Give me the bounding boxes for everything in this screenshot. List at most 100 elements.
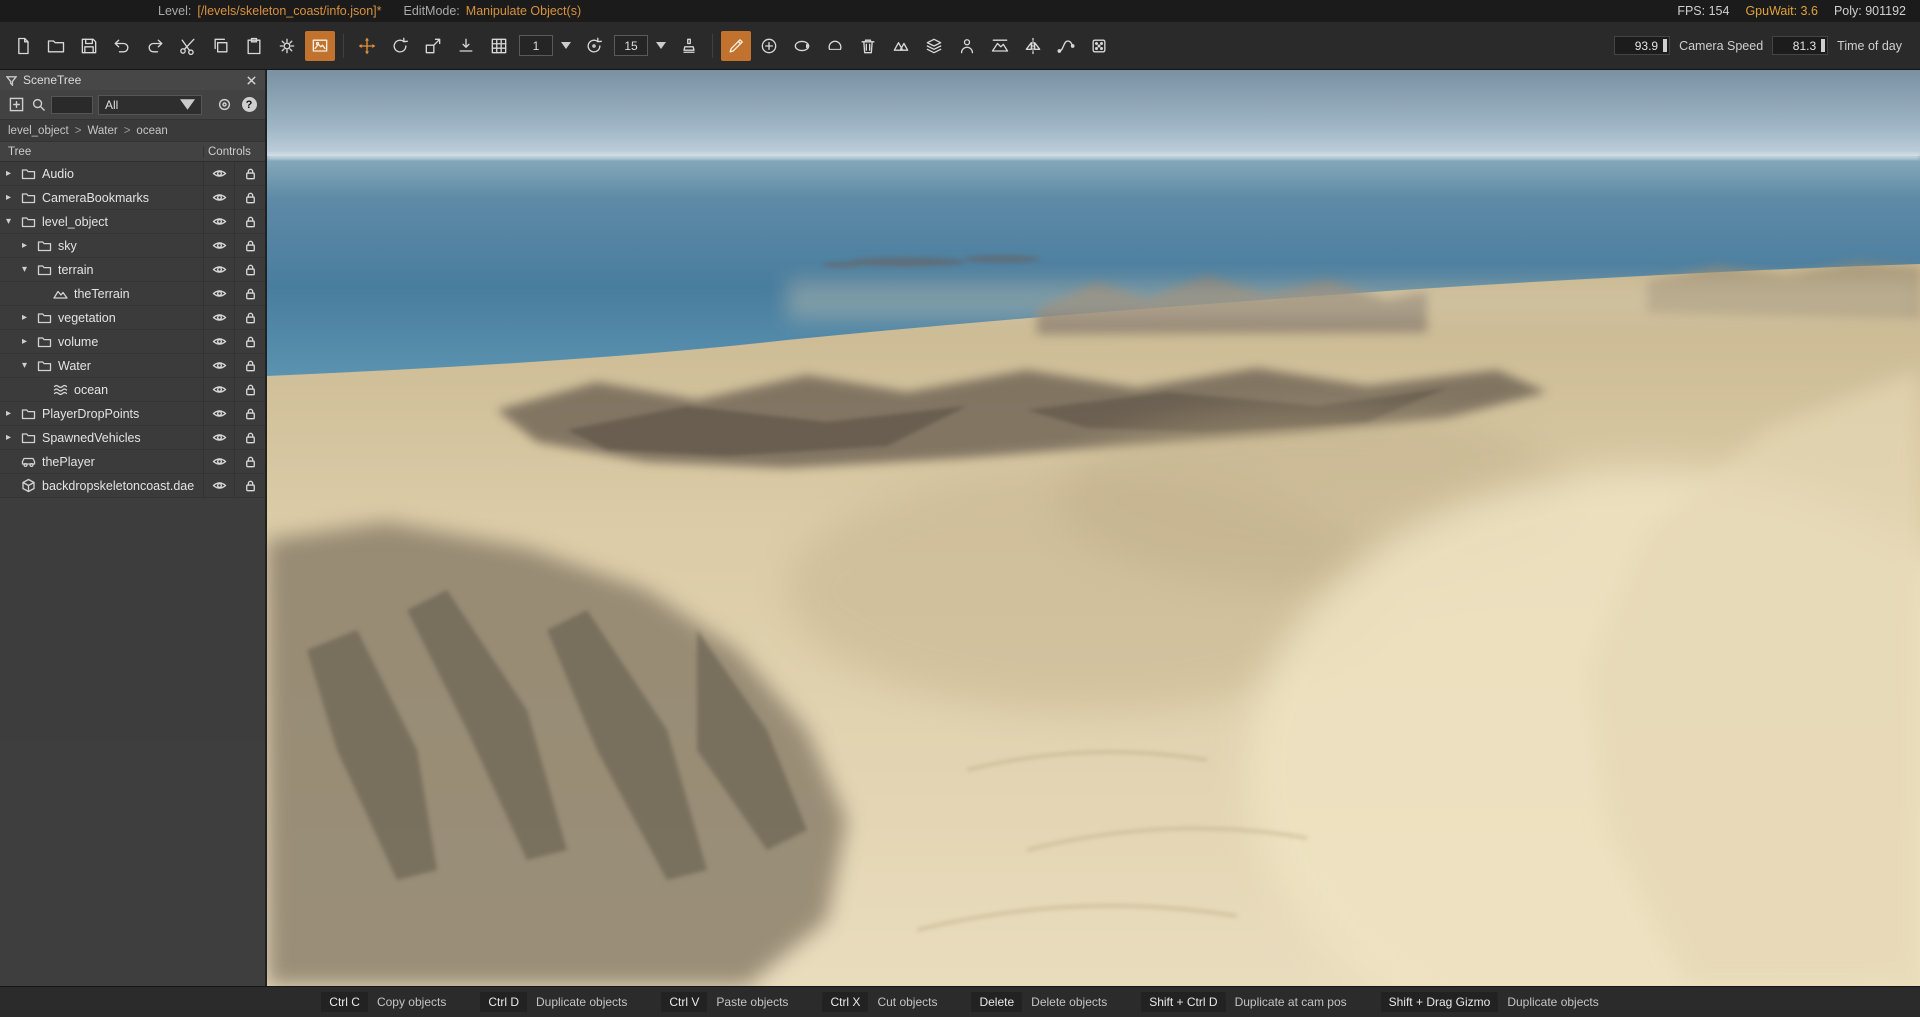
lock-toggle[interactable]	[234, 473, 265, 498]
lock-toggle[interactable]	[234, 162, 265, 186]
add-object-button[interactable]	[6, 95, 26, 115]
menu-item[interactable]	[28, 0, 46, 22]
character-tool-button[interactable]	[952, 31, 982, 61]
tree-row[interactable]: volume	[0, 329, 265, 354]
tree-row[interactable]: ocean	[0, 377, 265, 402]
undo-button[interactable]	[107, 31, 137, 61]
grid-snap-button[interactable]	[484, 31, 514, 61]
scene-painter-button[interactable]	[305, 30, 335, 61]
translate-tool-button[interactable]	[352, 31, 382, 61]
expand-chevron-icon[interactable]	[6, 168, 20, 179]
expand-chevron-icon[interactable]	[6, 216, 20, 227]
menu-item[interactable]	[118, 0, 136, 22]
visibility-toggle[interactable]	[203, 233, 234, 258]
expand-chevron-icon[interactable]	[6, 408, 20, 419]
lock-toggle[interactable]	[234, 377, 265, 402]
expand-chevron-icon[interactable]	[22, 312, 36, 323]
visibility-toggle[interactable]	[203, 185, 234, 210]
tree-row[interactable]: Audio	[0, 162, 265, 186]
tree-row[interactable]: Water	[0, 353, 265, 378]
delete-button[interactable]	[853, 31, 883, 61]
lock-toggle[interactable]	[234, 185, 265, 210]
menu-item[interactable]	[64, 0, 82, 22]
tree-row[interactable]: CameraBookmarks	[0, 185, 265, 210]
rotate-tool-button[interactable]	[385, 31, 415, 61]
open-folder-button[interactable]	[41, 31, 71, 61]
tree-row[interactable]: PlayerDropPoints	[0, 401, 265, 426]
breadcrumb-item[interactable]: ocean	[136, 125, 167, 137]
slider-handle[interactable]	[1821, 39, 1826, 52]
center-on-object-button[interactable]	[214, 95, 234, 115]
rotate-snap-value[interactable]: 15	[614, 35, 648, 56]
mirror-tool-button[interactable]	[1018, 31, 1048, 61]
visibility-toggle[interactable]	[203, 257, 234, 282]
menu-item[interactable]	[82, 0, 100, 22]
lock-toggle[interactable]	[234, 281, 265, 306]
tree-row[interactable]: SpawnedVehicles	[0, 425, 265, 450]
tree-row[interactable]: vegetation	[0, 305, 265, 330]
new-file-button[interactable]	[8, 31, 38, 61]
visibility-toggle[interactable]	[203, 329, 234, 354]
copy-button[interactable]	[206, 31, 236, 61]
settings-button[interactable]	[272, 31, 302, 61]
visibility-toggle[interactable]	[203, 209, 234, 234]
random-scatter-button[interactable]	[1084, 31, 1114, 61]
menu-item[interactable]	[10, 0, 28, 22]
layers-tool-button[interactable]	[919, 31, 949, 61]
search-input[interactable]	[51, 95, 93, 114]
expand-chevron-icon[interactable]	[22, 336, 36, 347]
visibility-toggle[interactable]	[203, 281, 234, 306]
expand-chevron-icon[interactable]	[22, 360, 36, 371]
breadcrumb-item[interactable]: level_object	[8, 125, 69, 137]
forest-tool-button[interactable]	[886, 31, 916, 61]
lock-toggle[interactable]	[234, 257, 265, 282]
visibility-toggle[interactable]	[203, 305, 234, 330]
visibility-toggle[interactable]	[203, 401, 234, 426]
circle-brush-button[interactable]	[820, 31, 850, 61]
expand-chevron-icon[interactable]	[6, 432, 20, 443]
visibility-toggle[interactable]	[203, 353, 234, 378]
tree-row[interactable]: terrain	[0, 257, 265, 282]
tree-row[interactable]: sky	[0, 233, 265, 258]
save-button[interactable]	[74, 31, 104, 61]
add-object-button[interactable]	[754, 31, 784, 61]
stamp-tool-button[interactable]	[674, 31, 704, 61]
lock-toggle[interactable]	[234, 305, 265, 330]
slider-handle[interactable]	[1663, 39, 1668, 52]
visibility-toggle[interactable]	[203, 425, 234, 450]
camera-speed-slider[interactable]: 93.9	[1614, 36, 1671, 55]
scene-tree-header[interactable]: SceneTree	[0, 70, 265, 90]
visibility-toggle[interactable]	[203, 473, 234, 498]
brush-tool-button[interactable]	[721, 30, 751, 61]
lock-toggle[interactable]	[234, 329, 265, 354]
expand-chevron-icon[interactable]	[6, 192, 20, 203]
snap-to-ground-button[interactable]	[451, 31, 481, 61]
lock-toggle[interactable]	[234, 209, 265, 234]
breadcrumb-item[interactable]: Water	[87, 125, 117, 137]
cut-button[interactable]	[173, 31, 203, 61]
redo-button[interactable]	[140, 31, 170, 61]
filter-dropdown[interactable]: All	[98, 94, 202, 115]
time-of-day-slider[interactable]: 81.3	[1772, 36, 1829, 55]
tree-row[interactable]: theTerrain	[0, 281, 265, 306]
paste-button[interactable]	[239, 31, 269, 61]
terrain-sculpt-button[interactable]	[985, 31, 1015, 61]
visibility-toggle[interactable]	[203, 377, 234, 402]
rotate-snap-dropdown[interactable]	[651, 35, 671, 56]
viewport-3d[interactable]	[267, 70, 1920, 986]
spline-tool-button[interactable]	[787, 31, 817, 61]
menu-item[interactable]	[100, 0, 118, 22]
tree-row[interactable]: backdropskeletoncoast.dae	[0, 473, 265, 498]
lock-toggle[interactable]	[234, 401, 265, 426]
spline-road-button[interactable]	[1051, 31, 1081, 61]
rotate-snap-button[interactable]	[579, 31, 609, 61]
expand-chevron-icon[interactable]	[22, 264, 36, 275]
lock-toggle[interactable]	[234, 425, 265, 450]
tree-row[interactable]: level_object	[0, 209, 265, 234]
tree-row[interactable]: thePlayer	[0, 449, 265, 474]
lock-toggle[interactable]	[234, 449, 265, 474]
visibility-toggle[interactable]	[203, 449, 234, 474]
visibility-toggle[interactable]	[203, 162, 234, 186]
help-button[interactable]: ?	[239, 95, 259, 115]
lock-toggle[interactable]	[234, 353, 265, 378]
